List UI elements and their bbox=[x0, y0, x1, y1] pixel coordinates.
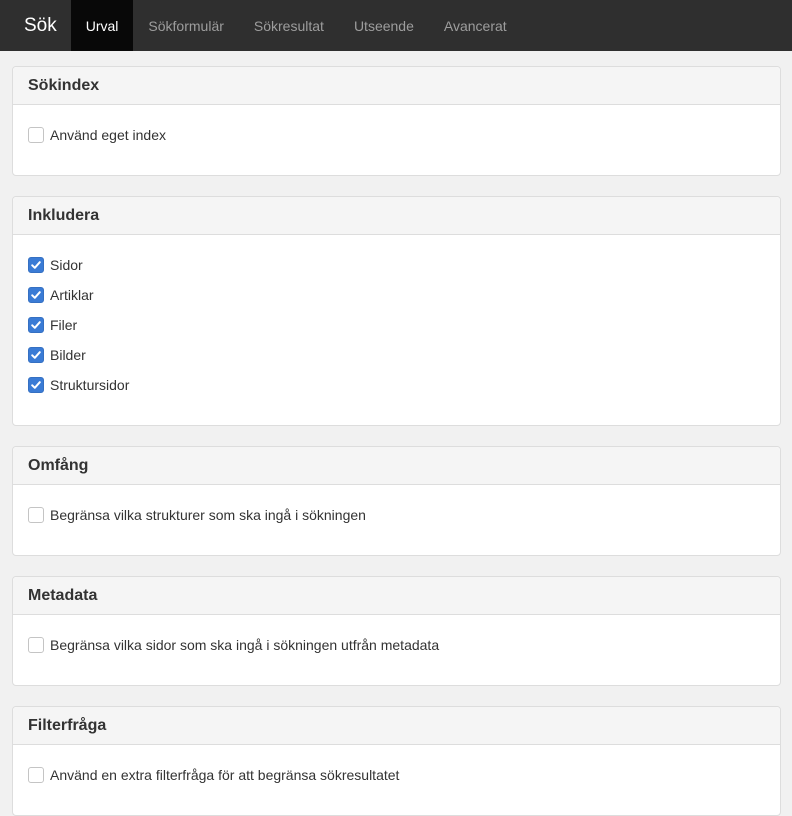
checkbox-label: Använd en extra filterfråga för att begr… bbox=[50, 767, 400, 783]
checkbox-label: Sidor bbox=[50, 257, 83, 273]
check-row-anvand-eget-index[interactable]: Använd eget index bbox=[28, 120, 765, 150]
panel-body: Sidor Artiklar Filer Bilder Struktursido… bbox=[13, 235, 780, 425]
panel-title: Metadata bbox=[13, 577, 780, 615]
check-icon bbox=[31, 381, 41, 389]
check-row-filer[interactable]: Filer bbox=[28, 310, 765, 340]
check-row-sidor[interactable]: Sidor bbox=[28, 250, 765, 280]
tab-utseende[interactable]: Utseende bbox=[339, 0, 429, 51]
panel-body: Begränsa vilka strukturer som ska ingå i… bbox=[13, 485, 780, 555]
extra-filterfraga-checkbox[interactable] bbox=[28, 767, 44, 783]
panel-body: Använd eget index bbox=[13, 105, 780, 175]
top-navbar: Sök Urval Sökformulär Sökresultat Utseen… bbox=[0, 0, 792, 51]
panel-filterfraga: Filterfråga Använd en extra filterfråga … bbox=[12, 706, 781, 816]
check-row-bilder[interactable]: Bilder bbox=[28, 340, 765, 370]
panel-title: Inkludera bbox=[13, 197, 780, 235]
panel-inkludera: Inkludera Sidor Artiklar Filer Bilder St… bbox=[12, 196, 781, 426]
check-row-begransa-metadata[interactable]: Begränsa vilka sidor som ska ingå i sökn… bbox=[28, 630, 765, 660]
main-content: Sökindex Använd eget index Inkludera Sid… bbox=[0, 51, 792, 816]
checkbox-label: Struktursidor bbox=[50, 377, 130, 393]
bilder-checkbox[interactable] bbox=[28, 347, 44, 363]
checkbox-label: Använd eget index bbox=[50, 127, 166, 143]
checkbox-label: Artiklar bbox=[50, 287, 94, 303]
check-icon bbox=[31, 291, 41, 299]
tab-sokresultat[interactable]: Sökresultat bbox=[239, 0, 339, 51]
checkbox-label: Filer bbox=[50, 317, 78, 333]
check-row-artiklar[interactable]: Artiklar bbox=[28, 280, 765, 310]
check-icon bbox=[31, 321, 41, 329]
check-row-extra-filterfraga[interactable]: Använd en extra filterfråga för att begr… bbox=[28, 760, 765, 790]
brand-title[interactable]: Sök bbox=[0, 0, 71, 51]
panel-body: Använd en extra filterfråga för att begr… bbox=[13, 745, 780, 815]
check-icon bbox=[31, 351, 41, 359]
checkbox-label: Begränsa vilka strukturer som ska ingå i… bbox=[50, 507, 366, 523]
panel-sokindex: Sökindex Använd eget index bbox=[12, 66, 781, 176]
check-row-struktursidor[interactable]: Struktursidor bbox=[28, 370, 765, 400]
checkbox-label: Bilder bbox=[50, 347, 86, 363]
panel-metadata: Metadata Begränsa vilka sidor som ska in… bbox=[12, 576, 781, 686]
begransa-metadata-checkbox[interactable] bbox=[28, 637, 44, 653]
check-row-begransa-strukturer[interactable]: Begränsa vilka strukturer som ska ingå i… bbox=[28, 500, 765, 530]
panel-omfang: Omfång Begränsa vilka strukturer som ska… bbox=[12, 446, 781, 556]
panel-body: Begränsa vilka sidor som ska ingå i sökn… bbox=[13, 615, 780, 685]
begransa-strukturer-checkbox[interactable] bbox=[28, 507, 44, 523]
panel-title: Omfång bbox=[13, 447, 780, 485]
tab-urval[interactable]: Urval bbox=[70, 0, 134, 51]
panel-title: Sökindex bbox=[13, 67, 780, 105]
nav-tabs: Urval Sökformulär Sökresultat Utseende A… bbox=[70, 0, 522, 51]
anvand-eget-index-checkbox[interactable] bbox=[28, 127, 44, 143]
checkbox-label: Begränsa vilka sidor som ska ingå i sökn… bbox=[50, 637, 440, 653]
sidor-checkbox[interactable] bbox=[28, 257, 44, 273]
tab-avancerat[interactable]: Avancerat bbox=[429, 0, 522, 51]
check-icon bbox=[31, 261, 41, 269]
panel-title: Filterfråga bbox=[13, 707, 780, 745]
filer-checkbox[interactable] bbox=[28, 317, 44, 333]
struktursidor-checkbox[interactable] bbox=[28, 377, 44, 393]
artiklar-checkbox[interactable] bbox=[28, 287, 44, 303]
tab-sokformular[interactable]: Sökformulär bbox=[133, 0, 238, 51]
